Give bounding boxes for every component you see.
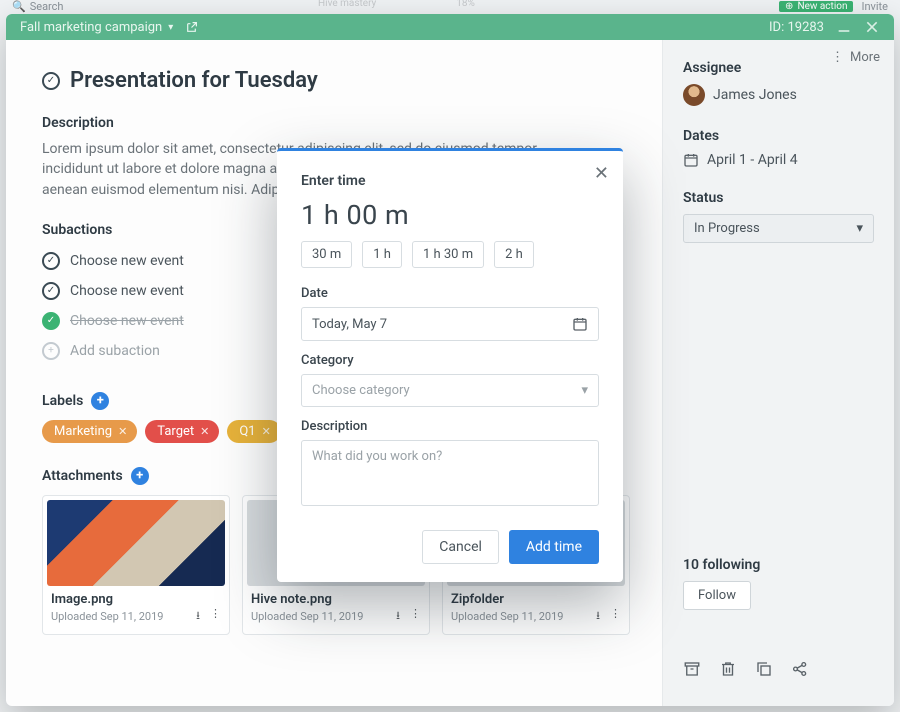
close-icon[interactable] [864,19,880,35]
remove-label-icon[interactable]: ✕ [118,425,127,438]
complete-task-icon[interactable]: ✓ [42,72,60,90]
chevron-down-icon: ▾ [581,383,588,398]
description-heading: Description [42,115,630,131]
time-preset-button[interactable]: 1 h [362,241,402,268]
more-icon[interactable]: ⋮ [410,607,421,626]
more-icon[interactable]: ⋮ [610,607,621,626]
status-value: In Progress [694,221,760,236]
labels-heading: Labels [42,393,83,409]
time-preset-button[interactable]: 30 m [301,241,352,268]
date-label: Date [301,286,599,301]
cancel-button[interactable]: Cancel [422,530,499,564]
category-placeholder: Choose category [312,383,410,398]
time-display[interactable]: 1 h 00 m [301,199,599,231]
more-icon[interactable]: ⋮ [210,607,221,626]
avatar [683,84,705,106]
hive-mastery-label: Hive mastery [318,0,376,9]
category-label: Category [301,353,599,368]
date-value: Today, May 7 [312,317,387,332]
download-icon[interactable]: ⭳ [596,607,600,626]
new-action-button[interactable]: ⊕ New action [779,1,853,12]
attachment-meta: Uploaded Sep 11, 2019 [251,610,363,623]
attachment-meta: Uploaded Sep 11, 2019 [451,610,563,623]
attachment-thumbnail [47,500,225,586]
modal-title: Enter time [301,173,599,189]
close-icon[interactable]: ✕ [594,163,609,184]
project-switcher[interactable]: Fall marketing campaign ▾ [20,20,198,35]
status-select[interactable]: In Progress ▾ [683,214,874,243]
add-time-button[interactable]: Add time [509,530,599,564]
enter-time-modal: ✕ Enter time 1 h 00 m 30 m 1 h 1 h 30 m … [277,148,623,582]
dates-row[interactable]: April 1 - April 4 [683,152,874,168]
share-icon[interactable] [791,660,809,678]
remove-label-icon[interactable]: ✕ [200,425,209,438]
invite-button[interactable]: Invite [861,0,888,13]
calendar-icon [572,316,588,332]
archive-icon[interactable] [683,660,701,678]
add-attachment-button[interactable]: + [131,467,149,485]
download-icon[interactable]: ⭳ [196,607,200,626]
attachment-filename: Zipfolder [447,592,625,607]
description-textarea[interactable] [301,440,599,506]
chevron-down-icon: ▾ [168,22,173,33]
check-icon[interactable]: ✓ [42,312,60,330]
category-select[interactable]: Choose category ▾ [301,374,599,407]
attachments-heading: Attachments [42,468,123,484]
attachment-filename: Hive note.png [247,592,425,607]
date-range: April 1 - April 4 [707,152,798,168]
task-sidebar: ⋮More Assignee James Jones Dates April 1… [662,40,894,706]
search-placeholder: Search [30,0,64,13]
app-topbar: 🔍 Search Hive mastery 18% ⊕ New action I… [0,0,900,12]
check-icon[interactable]: ✓ [42,282,60,300]
download-icon[interactable]: ⭳ [396,607,400,626]
task-id: ID: 19283 [769,20,824,35]
project-name: Fall marketing campaign [20,20,162,35]
more-menu[interactable]: ⋮More [831,50,880,65]
dates-heading: Dates [683,128,874,144]
search-icon: 🔍 [12,0,26,13]
trash-icon[interactable] [719,660,737,678]
check-icon[interactable]: ✓ [42,252,60,270]
copy-icon[interactable] [755,660,773,678]
follow-button[interactable]: Follow [683,581,751,610]
task-card-header: Fall marketing campaign ▾ ID: 19283 [6,14,894,40]
label-chip[interactable]: Q1✕ [227,420,280,443]
time-preset-button[interactable]: 1 h 30 m [412,241,484,268]
assignee-row[interactable]: James Jones [683,84,874,106]
assignee-name: James Jones [713,87,797,103]
label-chip[interactable]: Marketing✕ [42,420,137,443]
plus-icon: + [42,342,60,360]
attachment-meta: Uploaded Sep 11, 2019 [51,610,163,623]
attachment-filename: Image.png [47,592,225,607]
remove-label-icon[interactable]: ✕ [262,425,271,438]
status-heading: Status [683,190,874,206]
modal-description-label: Description [301,419,599,434]
task-title: Presentation for Tuesday [70,68,318,93]
more-icon: ⋮ [831,50,844,65]
hive-mastery-pct: 18% [456,0,475,9]
attachment-card[interactable]: Image.png Uploaded Sep 11, 2019 ⭳ ⋮ [42,495,230,635]
open-external-icon[interactable] [185,21,198,34]
minimize-icon[interactable] [836,19,852,35]
label-chip[interactable]: Target✕ [145,420,219,443]
time-preset-button[interactable]: 2 h [494,241,534,268]
followers-count: 10 following [683,557,874,573]
date-field[interactable]: Today, May 7 [301,307,599,341]
add-label-button[interactable]: + [91,392,109,410]
chevron-down-icon: ▾ [856,221,863,236]
calendar-icon [683,152,699,168]
